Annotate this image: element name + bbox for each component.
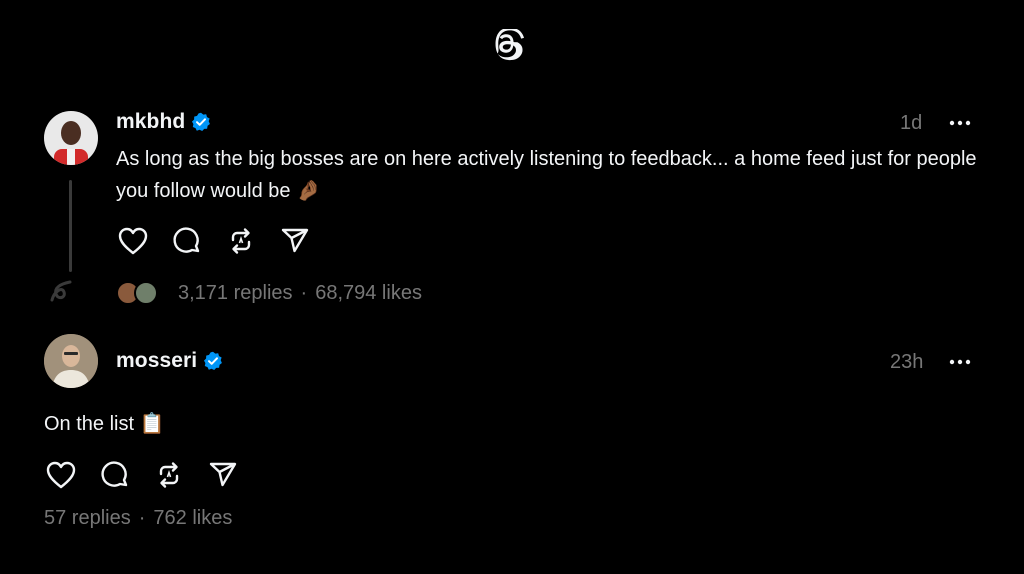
- username-text[interactable]: mkbhd: [116, 110, 185, 134]
- thread-curl-icon: [48, 278, 74, 304]
- post-actions: [116, 224, 332, 258]
- heart-icon[interactable]: [44, 458, 78, 492]
- verified-badge-icon: [203, 351, 223, 371]
- threads-logo-icon[interactable]: [493, 28, 527, 64]
- post-body-text: On the list 📋: [44, 413, 165, 435]
- post-stats: 3,171 replies · 68,794 likes: [116, 280, 422, 306]
- more-options-icon[interactable]: [948, 350, 972, 374]
- post-timestamp: 1d: [900, 112, 923, 134]
- post-body-text: As long as the big bosses are on here ac…: [116, 148, 977, 202]
- heart-icon[interactable]: [116, 224, 150, 258]
- stats-separator: ·: [138, 507, 146, 529]
- threads-post-view: mkbhd 1d As long as the big bosses are o…: [0, 0, 1024, 574]
- avatar: [134, 281, 158, 305]
- share-icon[interactable]: [206, 458, 240, 492]
- thread-connector-line: [69, 180, 72, 272]
- likes-count[interactable]: 68,794 likes: [315, 282, 422, 305]
- repost-icon[interactable]: [152, 458, 186, 492]
- avatar[interactable]: [44, 111, 98, 165]
- replies-count[interactable]: 57 replies: [44, 507, 131, 530]
- username-text[interactable]: mosseri: [116, 349, 197, 373]
- more-options-icon[interactable]: [948, 111, 972, 135]
- post-username[interactable]: mkbhd: [116, 110, 211, 134]
- repost-icon[interactable]: [224, 224, 258, 258]
- reply-avatars: [116, 280, 166, 306]
- comment-icon[interactable]: [170, 224, 204, 258]
- comment-icon[interactable]: [98, 458, 132, 492]
- likes-count[interactable]: 762 likes: [153, 507, 232, 530]
- post-actions: [44, 458, 260, 492]
- post-username[interactable]: mosseri: [116, 349, 223, 373]
- share-icon[interactable]: [278, 224, 312, 258]
- post-stats: 57 replies · 762 likes: [44, 507, 232, 530]
- replies-count[interactable]: 3,171 replies: [178, 282, 293, 305]
- post-timestamp: 23h: [890, 351, 924, 373]
- avatar[interactable]: [44, 334, 98, 388]
- stats-separator: ·: [300, 281, 308, 304]
- verified-badge-icon: [191, 112, 211, 132]
